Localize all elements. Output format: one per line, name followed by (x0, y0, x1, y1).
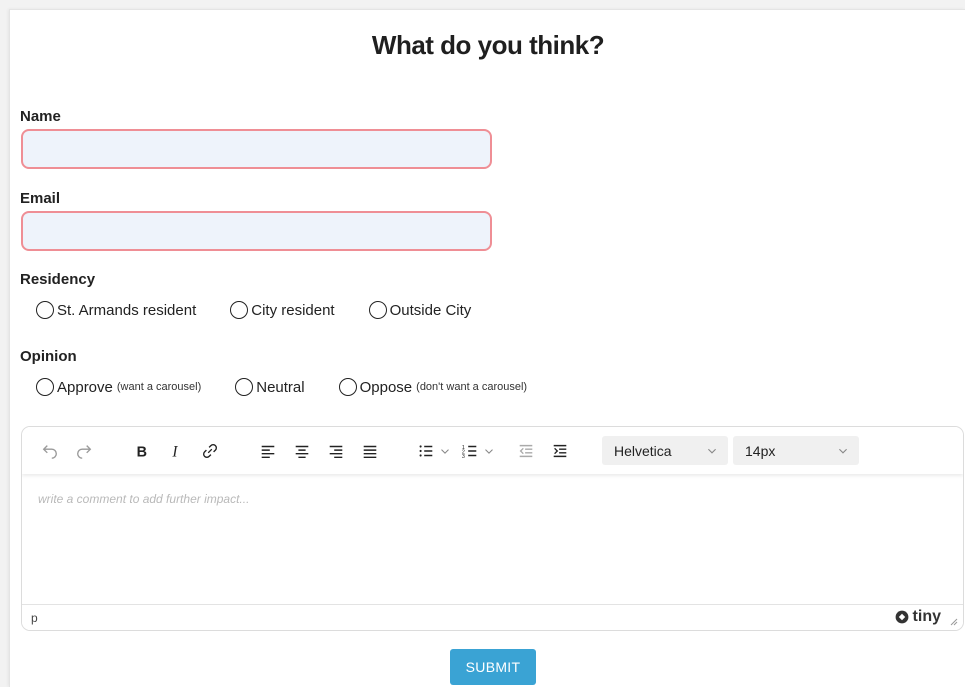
residency-label: Residency (20, 271, 96, 288)
bullet-list-dropdown[interactable] (438, 439, 452, 463)
outdent-icon (519, 444, 533, 458)
chevron-down-icon (485, 449, 493, 454)
font-size-value: 14px (745, 442, 776, 459)
editor-toolbar: B I 1 2 3 Helvetica 14px (22, 427, 963, 474)
redo-icon (77, 445, 92, 459)
radio-button[interactable] (36, 378, 54, 396)
align-right-icon (329, 445, 343, 459)
bullet-list-icon (419, 445, 433, 457)
resize-handle-icon[interactable] (948, 616, 958, 626)
radio-button[interactable] (368, 301, 387, 319)
opinion-radio-group: Approve (want a carousel) Neutral Oppose… (36, 376, 561, 398)
italic-icon: I (171, 443, 178, 460)
svg-text:3: 3 (462, 454, 465, 460)
chevron-down-icon (441, 449, 449, 454)
undo-button[interactable] (38, 439, 62, 463)
email-input[interactable] (21, 211, 492, 251)
residency-option-outside[interactable]: Outside City (368, 301, 472, 319)
radio-label: Outside City (389, 301, 472, 319)
font-family-select[interactable]: Helvetica (602, 436, 728, 465)
link-icon (203, 444, 217, 458)
radio-label: Approve (57, 378, 113, 396)
rich-text-editor: B I 1 2 3 Helvetica 14px write a comment… (21, 426, 964, 631)
tiny-brand-text: tiny (912, 608, 941, 625)
residency-option-city[interactable]: City resident (230, 301, 335, 319)
align-center-button[interactable] (290, 439, 314, 463)
align-center-icon (295, 445, 309, 459)
radio-button[interactable] (338, 378, 357, 396)
editor-content-area[interactable]: write a comment to add further impact... (22, 474, 963, 606)
radio-button[interactable] (36, 301, 54, 319)
indent-button[interactable] (548, 439, 572, 463)
opinion-label: Opinion (20, 348, 77, 365)
undo-icon (42, 445, 57, 459)
name-label: Name (20, 108, 61, 125)
name-input[interactable] (21, 129, 492, 169)
bullet-list-button[interactable] (414, 439, 438, 463)
numbered-list-dropdown[interactable] (482, 439, 496, 463)
radio-label: Neutral (256, 378, 305, 396)
indent-icon (553, 444, 567, 458)
chevron-down-icon (708, 448, 716, 454)
element-path[interactable]: p (31, 611, 38, 625)
italic-button[interactable]: I (164, 439, 188, 463)
radio-note: (want a carousel) (116, 381, 202, 393)
link-button[interactable] (198, 439, 222, 463)
radio-label: City resident (251, 301, 335, 319)
residency-option-st-armands[interactable]: St. Armands resident (36, 301, 196, 319)
numbered-list-button[interactable]: 123 (458, 439, 482, 463)
radio-note: (don't want a carousel) (416, 381, 528, 393)
page-title: What do you think? (371, 30, 605, 60)
radio-button[interactable] (230, 301, 249, 319)
chevron-down-icon (839, 448, 847, 454)
tiny-logo-icon (895, 610, 908, 624)
radio-button[interactable] (235, 378, 254, 396)
outdent-button[interactable] (514, 439, 538, 463)
justify-icon (363, 445, 377, 459)
opinion-option-neutral[interactable]: Neutral (235, 378, 305, 396)
bold-button[interactable]: B (130, 439, 154, 463)
editor-statusbar: p tiny (22, 604, 963, 630)
font-family-value: Helvetica (614, 442, 672, 459)
redo-button[interactable] (72, 439, 96, 463)
font-size-select[interactable]: 14px (733, 436, 859, 465)
svg-text:B: B (137, 444, 147, 460)
editor-placeholder: write a comment to add further impact... (38, 492, 250, 506)
submit-button[interactable]: SUBMIT (450, 649, 536, 685)
tiny-brand-link[interactable]: tiny (894, 608, 941, 626)
radio-label: Oppose (359, 378, 413, 396)
svg-text:I: I (171, 443, 178, 460)
opinion-option-approve[interactable]: Approve (want a carousel) (36, 378, 201, 396)
email-label: Email (20, 190, 61, 207)
numbered-list-icon: 123 (462, 445, 477, 460)
bold-icon: B (137, 444, 147, 460)
align-right-button[interactable] (324, 439, 348, 463)
align-left-icon (261, 445, 275, 459)
residency-radio-group: St. Armands resident City resident Outsi… (36, 299, 505, 321)
feedback-form-card: What do you think? Name Email Residency … (9, 9, 965, 687)
justify-button[interactable] (358, 439, 382, 463)
radio-label: St. Armands resident (57, 301, 197, 319)
opinion-option-oppose[interactable]: Oppose (don't want a carousel) (338, 378, 528, 396)
align-left-button[interactable] (256, 439, 280, 463)
